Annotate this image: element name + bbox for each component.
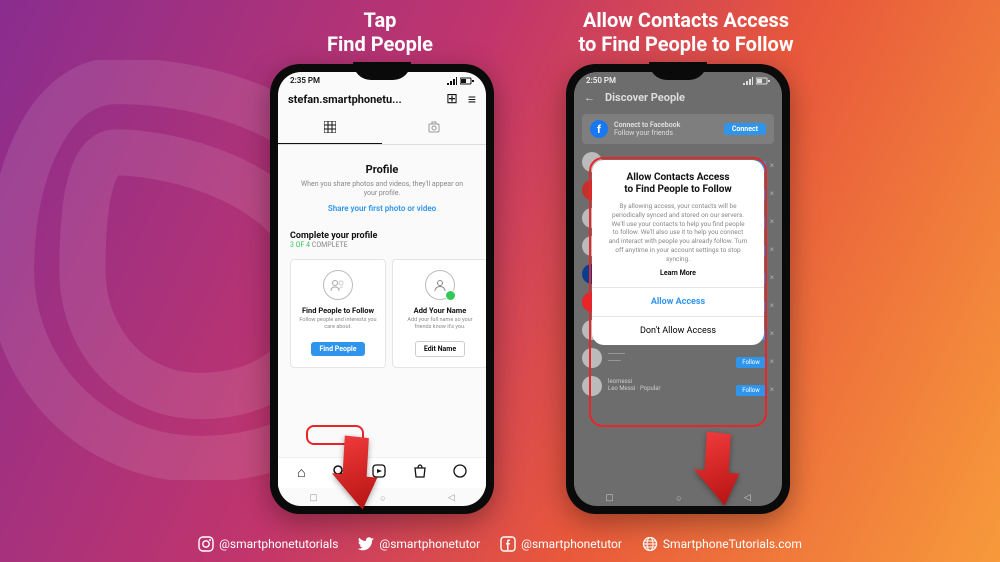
profile-desc: When you share photos and videos, they'l…	[296, 180, 468, 198]
phone-notch	[649, 62, 707, 80]
nav-recents[interactable]: ▢	[605, 493, 614, 504]
dialog-body: By allowing access, your contacts will b…	[592, 202, 764, 269]
heading-left: Tap Find People	[270, 8, 490, 56]
highlight-find-people	[306, 425, 364, 445]
nav-recents[interactable]: ▢	[309, 493, 318, 504]
nav-home-icon[interactable]: ⌂	[297, 464, 305, 482]
contacts-access-dialog: Allow Contacts Access to Find People to …	[592, 160, 764, 345]
menu-icon[interactable]: ≡	[468, 91, 476, 108]
status-right-icons	[447, 77, 474, 85]
fb-sub: Follow your friends	[614, 129, 680, 137]
card-name-title: Add Your Name	[399, 306, 481, 315]
battery-icon	[756, 77, 770, 85]
people-icon	[323, 270, 353, 300]
nav-home[interactable]: ○	[676, 493, 681, 504]
tab-grid[interactable]	[278, 112, 382, 144]
footer-socials: @smartphonetutorials @smartphonetutor @s…	[0, 536, 1000, 552]
nav-reels-icon[interactable]	[372, 464, 386, 482]
globe-icon	[642, 536, 658, 552]
card-name-desc: Add your full name so your friends know …	[399, 317, 481, 330]
card-find-desc: Follow people and interests you care abo…	[297, 317, 379, 330]
new-post-icon[interactable]: ⊞	[446, 91, 458, 108]
profile-empty-state: Profile When you share photos and videos…	[278, 145, 486, 221]
status-right-icons	[743, 77, 770, 85]
nav-home[interactable]: ○	[380, 493, 385, 504]
discover-title: Discover People	[605, 91, 685, 104]
bottom-nav: ⌂	[278, 457, 486, 488]
close-icon[interactable]: ×	[770, 301, 774, 310]
connect-button[interactable]: Connect	[724, 123, 766, 135]
close-icon[interactable]: ×	[770, 245, 774, 254]
learn-more-link[interactable]: Learn More	[592, 269, 764, 287]
nav-search-icon[interactable]	[332, 464, 346, 482]
share-first-link[interactable]: Share your first photo or video	[296, 204, 468, 213]
tab-tagged[interactable]	[382, 112, 486, 144]
profile-tabs	[278, 112, 486, 145]
heading-right: Allow Contacts Access to Find People to …	[546, 8, 826, 56]
close-icon[interactable]: ×	[770, 217, 774, 226]
card-find-people: Find People to Follow Follow people and …	[290, 259, 386, 368]
footer-instagram[interactable]: @smartphonetutorials	[198, 536, 338, 552]
follow-button[interactable]: Follow	[736, 385, 766, 396]
status-time: 2:50 PM	[586, 76, 616, 85]
twitter-icon	[358, 536, 374, 552]
edit-name-button[interactable]: Edit Name	[415, 341, 465, 357]
nav-back[interactable]: ◁	[448, 493, 455, 504]
follow-button[interactable]: Follow	[736, 357, 766, 368]
onboarding-cards[interactable]: Find People to Follow Follow people and …	[278, 253, 486, 368]
avatar	[582, 348, 602, 368]
username-dropdown[interactable]: stefan.smartphonetu...	[288, 93, 402, 106]
screen-discover: 2:50 PM ← Discover People f Connect to F…	[574, 72, 782, 506]
close-icon[interactable]: ×	[770, 385, 774, 394]
complete-profile-section: Complete your profile 3 OF 4 COMPLETE	[278, 221, 486, 253]
list-item: ───────Follow×	[582, 344, 774, 372]
complete-profile-sub: 3 OF 4 COMPLETE	[290, 241, 474, 249]
nav-profile-icon[interactable]	[453, 464, 467, 482]
footer-website[interactable]: SmartphoneTutorials.com	[642, 536, 802, 552]
card-add-name: Add Your Name Add your full name so your…	[392, 259, 486, 368]
back-icon[interactable]: ←	[584, 91, 595, 104]
avatar	[582, 376, 602, 396]
close-icon[interactable]: ×	[770, 357, 774, 366]
dialog-title: Allow Contacts Access to Find People to …	[592, 160, 764, 202]
profile-title: Profile	[296, 163, 468, 176]
phone-left: 2:35 PM stefan.smartphonetu... ⊞ ≡ Profi…	[270, 64, 494, 514]
connect-facebook-card: f Connect to Facebook Follow your friend…	[582, 114, 774, 144]
screen-profile: 2:35 PM stefan.smartphonetu... ⊞ ≡ Profi…	[278, 72, 486, 506]
close-icon[interactable]: ×	[770, 161, 774, 170]
discover-header: ← Discover People	[574, 85, 782, 110]
list-item: leomessiLeo Messi · PopularFollow×	[582, 372, 774, 400]
facebook-icon: f	[590, 120, 608, 138]
phone-notch	[353, 62, 411, 80]
footer-facebook[interactable]: @smartphonetutor	[500, 536, 622, 552]
instagram-icon	[198, 536, 214, 552]
nav-back[interactable]: ◁	[744, 493, 751, 504]
find-people-button[interactable]: Find People	[311, 342, 364, 356]
card-find-title: Find People to Follow	[297, 306, 379, 315]
nav-shop-icon[interactable]	[413, 464, 427, 482]
check-icon	[445, 290, 456, 301]
close-icon[interactable]: ×	[770, 189, 774, 198]
fb-title: Connect to Facebook	[614, 121, 680, 129]
facebook-icon	[500, 536, 516, 552]
footer-twitter[interactable]: @smartphonetutor	[358, 536, 480, 552]
close-icon[interactable]: ×	[770, 329, 774, 338]
phone-right: 2:50 PM ← Discover People f Connect to F…	[566, 64, 790, 514]
status-time: 2:35 PM	[290, 76, 320, 85]
signal-icon	[447, 77, 457, 85]
complete-profile-title: Complete your profile	[290, 231, 474, 241]
allow-access-button[interactable]: Allow Access	[592, 287, 764, 316]
android-nav: ▢ ○ ◁	[574, 493, 782, 504]
person-icon	[425, 270, 455, 300]
profile-header: stefan.smartphonetu... ⊞ ≡	[278, 85, 486, 112]
battery-icon	[460, 77, 474, 85]
signal-icon	[743, 77, 753, 85]
dont-allow-button[interactable]: Don't Allow Access	[592, 316, 764, 345]
android-nav: ▢ ○ ◁	[278, 493, 486, 504]
close-icon[interactable]: ×	[770, 273, 774, 282]
